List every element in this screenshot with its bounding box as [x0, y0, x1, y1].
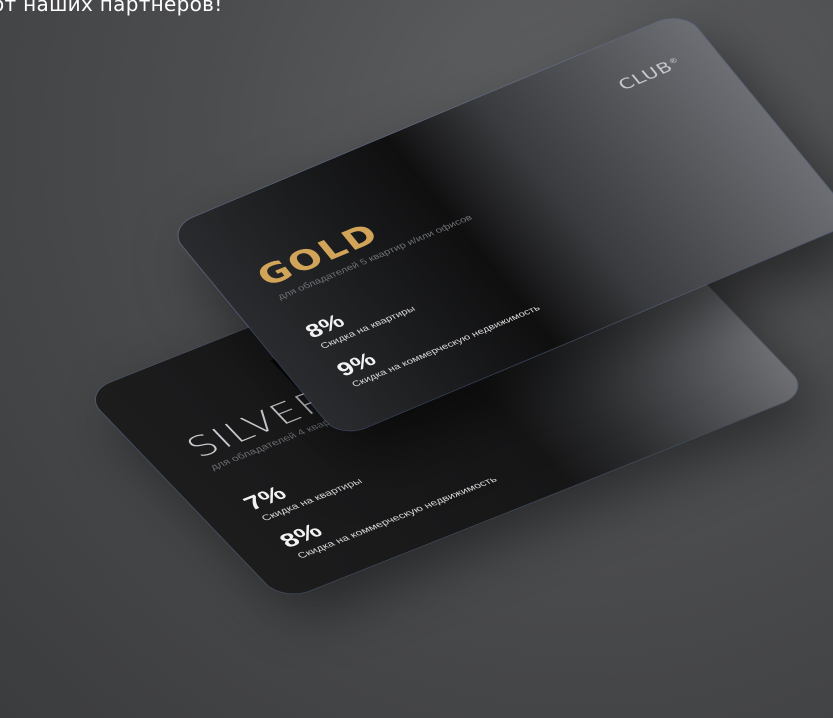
partners-caption: от наших партнеров! [0, 0, 223, 16]
discount-label: Скидка на коммерческую недвижимость [295, 474, 500, 561]
club-logo-text: CLUB [613, 57, 678, 94]
club-logo: CLUB® [613, 54, 686, 94]
